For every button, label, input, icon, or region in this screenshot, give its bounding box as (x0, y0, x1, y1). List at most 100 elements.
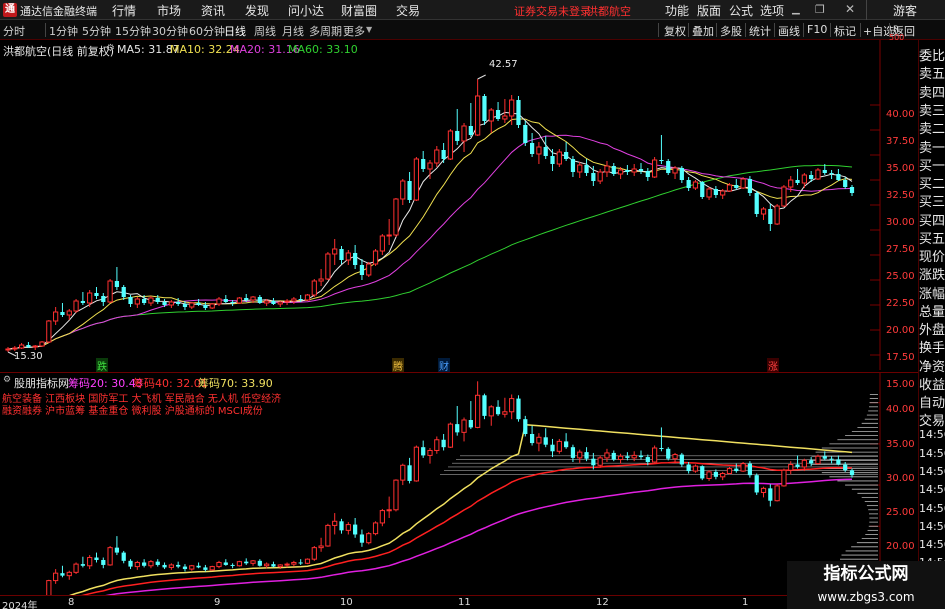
side-panel-label[interactable]: 现价 (919, 246, 945, 265)
side-panel-label[interactable]: 总量 (919, 301, 945, 320)
side-panel-label[interactable]: 净资 (919, 356, 945, 375)
menu-gongshi[interactable]: 公式 (729, 2, 753, 19)
period-weekly[interactable]: 周线 (254, 23, 276, 39)
period-more[interactable]: 更多 (343, 23, 365, 39)
menu-wenxiaoda[interactable]: 问小达 (288, 2, 324, 19)
side-panel-label[interactable]: 14:56 (919, 483, 945, 496)
period-15min[interactable]: 15分钟 (115, 23, 151, 39)
main-candle-up (801, 174, 807, 184)
ind-candle-down (407, 465, 412, 481)
y-tick: 17.50 (886, 352, 915, 363)
main-candle-down (60, 312, 65, 315)
main-candle-down (611, 166, 616, 174)
side-panel-label[interactable]: 涨幅 (919, 283, 945, 302)
more-dropdown-icon[interactable]: ▼ (366, 25, 372, 34)
side-panel-label[interactable]: 14:56 (919, 428, 945, 441)
main-candle-up (39, 341, 45, 347)
ind-candle-up (277, 564, 283, 568)
main-candle-down (713, 189, 718, 195)
main-candle-down (182, 304, 188, 307)
side-panel-label[interactable]: 涨跌 (919, 264, 945, 283)
main-candle-down (529, 143, 535, 154)
btn-duogu[interactable]: 多股 (720, 23, 742, 39)
side-panel-label[interactable]: 14:56 (919, 538, 945, 551)
side-panel-label[interactable]: 委比 (919, 45, 945, 64)
main-candle-up (304, 294, 311, 301)
btn-tongji[interactable]: 统计 (749, 23, 771, 39)
close-icon[interactable]: ✕ (845, 2, 855, 16)
ind-candle-up (264, 563, 270, 567)
guest-user[interactable]: 游客 (893, 2, 917, 19)
main-candle-down (584, 165, 589, 173)
btn-f10[interactable]: F10 (807, 23, 827, 36)
side-panel-label[interactable]: 买五 (919, 228, 945, 247)
ind-candle-down (271, 564, 276, 567)
period-1min[interactable]: 1分钟 (49, 23, 78, 39)
event-marker-cai[interactable]: 财 (438, 358, 450, 373)
event-marker-die[interactable]: 跌 (96, 358, 108, 373)
menu-faxian[interactable]: 发现 (245, 2, 269, 19)
side-panel-label[interactable]: 14:56 (919, 465, 945, 478)
side-panel-label[interactable]: 14:56 (919, 447, 945, 460)
side-panel-label[interactable]: 14:56 (919, 502, 945, 515)
side-panel-label[interactable]: 买一 (919, 155, 945, 174)
indicator-settings-icon[interactable]: ⚙ (3, 375, 11, 385)
btn-biaoji[interactable]: 标记 (834, 23, 856, 39)
menu-hangqing[interactable]: 行情 (112, 2, 136, 19)
event-marker-zhang[interactable]: 涨 (767, 358, 779, 373)
side-panel-label[interactable]: 14:56 (919, 520, 945, 533)
date-label: 12 (596, 597, 609, 608)
side-panel-label[interactable]: 收益 (919, 374, 945, 393)
menu-shichang[interactable]: 市场 (157, 2, 181, 19)
side-panel-label[interactable]: 卖二 (919, 118, 945, 137)
period-30min[interactable]: 30分钟 (152, 23, 188, 39)
toolbar-separator (658, 23, 659, 37)
menu-xuanxiang[interactable]: 选项 (760, 2, 784, 19)
event-marker-teng[interactable]: 腾 (392, 358, 404, 373)
btn-diejia[interactable]: 叠加 (692, 23, 714, 39)
side-panel-label[interactable]: 卖五 (919, 63, 945, 82)
kline-chart[interactable] (0, 40, 918, 370)
side-panel-label[interactable]: 卖三 (919, 100, 945, 119)
menu-gongneng[interactable]: 功能 (665, 2, 689, 19)
period-daily[interactable]: 日线 (224, 23, 246, 39)
side-panel-label[interactable]: 买三 (919, 191, 945, 210)
menu-banmian[interactable]: 版面 (697, 2, 721, 19)
menu-zixun[interactable]: 资讯 (201, 2, 225, 19)
main-candle-down (407, 181, 412, 200)
main-candle-up (66, 310, 72, 316)
side-panel-label[interactable]: 卖四 (919, 82, 945, 101)
main-candle-up (216, 298, 222, 305)
side-panel-label[interactable]: 卖一 (919, 137, 945, 156)
ind-candle-down (645, 457, 650, 462)
chart-settings-icon[interactable]: ⚙ (106, 43, 115, 54)
period-60min[interactable]: 60分钟 (189, 23, 225, 39)
period-monthly[interactable]: 月线 (282, 23, 304, 39)
side-panel-label[interactable]: 买四 (919, 210, 945, 229)
date-label: 10 (340, 597, 353, 608)
main-candle-down (638, 169, 644, 171)
main-candle-up (366, 263, 372, 276)
main-candle-down (686, 180, 691, 188)
main-candle-up (236, 297, 243, 304)
btn-huaxian[interactable]: 画线 (778, 23, 800, 39)
btn-fuquan[interactable]: 复权 (664, 23, 686, 39)
restore-icon[interactable]: ❐ (815, 3, 825, 16)
side-panel-label[interactable]: 换手 (919, 337, 945, 356)
menu-jiaoyi[interactable]: 交易 (396, 2, 420, 19)
ind-candle-up (788, 463, 794, 471)
trade-login-warning[interactable]: 证券交易未登录 (514, 3, 591, 19)
main-candle-up (250, 296, 256, 301)
side-panel-label[interactable]: 买二 (919, 173, 945, 192)
minimize-icon[interactable]: ▁ (792, 4, 800, 15)
ind-candle-down (455, 424, 460, 433)
side-panel-label[interactable]: 外盘 (919, 319, 945, 338)
menu-caifuquan[interactable]: 财富圈 (341, 2, 377, 19)
period-5min[interactable]: 5分钟 (82, 23, 111, 39)
period-fenshi[interactable]: 分时 (3, 23, 25, 39)
main-candle-down (441, 150, 446, 159)
period-multi[interactable]: 多周期 (309, 23, 342, 39)
ind-candle-down (679, 454, 684, 465)
side-panel-label[interactable]: 自动 (919, 392, 945, 411)
side-panel-label[interactable]: 交易 (919, 410, 945, 429)
